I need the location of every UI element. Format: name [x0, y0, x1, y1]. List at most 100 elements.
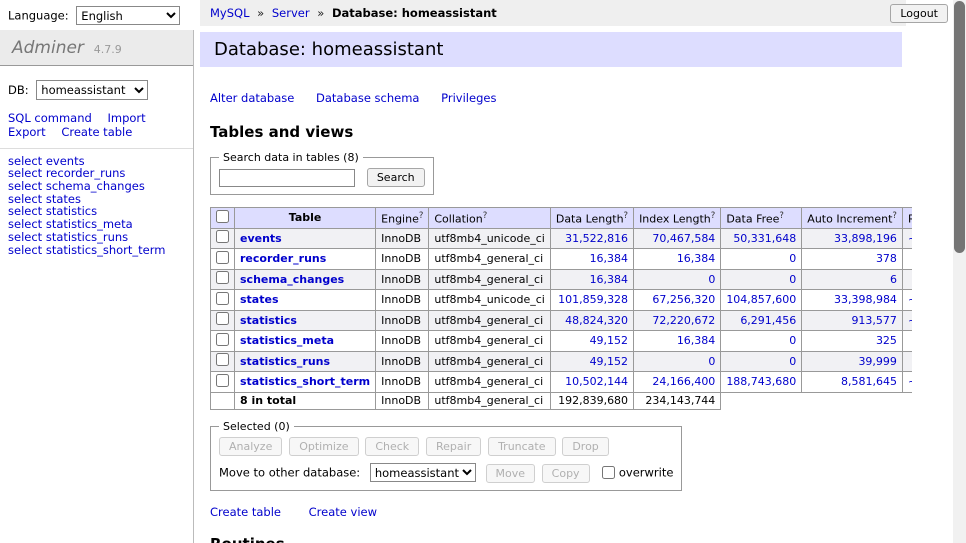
language-select[interactable]: English: [76, 6, 180, 25]
data-length-link[interactable]: 10,502,144: [550, 372, 633, 393]
row-select-cell: [211, 372, 235, 393]
data-free-link[interactable]: 188,743,680: [721, 372, 802, 393]
index-length-link[interactable]: 70,467,584: [634, 228, 721, 249]
move-database-select[interactable]: homeassistant: [370, 463, 476, 482]
rows-count-link[interactable]: ~ 569,159: [902, 310, 912, 331]
index-length-link[interactable]: 0: [634, 269, 721, 290]
logout-button[interactable]: Logout: [890, 4, 948, 23]
search-button[interactable]: Search: [367, 168, 425, 187]
select-all-checkbox[interactable]: [216, 210, 229, 223]
data-length-link[interactable]: 48,824,320: [550, 310, 633, 331]
sidebar-link-export[interactable]: Export: [8, 125, 46, 139]
row-select-checkbox[interactable]: [216, 292, 229, 305]
rows-count-link[interactable]: ~ 136,108: [902, 372, 912, 393]
sidebar-link-sql-command[interactable]: SQL command: [8, 111, 92, 125]
copy-button[interactable]: Copy: [542, 464, 590, 483]
row-select-checkbox[interactable]: [216, 353, 229, 366]
auto-increment-link[interactable]: 325: [802, 331, 903, 352]
breadcrumb-server-link[interactable]: Server: [272, 6, 310, 20]
data-length-link[interactable]: 49,152: [550, 331, 633, 352]
auto-increment-link[interactable]: 39,999: [802, 351, 903, 372]
db-select[interactable]: homeassistant: [36, 80, 148, 100]
col-auto-increment: Auto Increment?: [802, 208, 903, 229]
help-icon[interactable]: ?: [483, 211, 488, 221]
rows-count-link[interactable]: ~ 299,833: [902, 290, 912, 311]
help-icon[interactable]: ?: [624, 211, 629, 221]
sidebar-item-select-schema-changes[interactable]: select schema_changes: [8, 180, 185, 193]
row-select-checkbox[interactable]: [216, 251, 229, 264]
sidebar-item-select-statistics-short-term[interactable]: select statistics_short_term: [8, 244, 185, 257]
rows-count-link[interactable]: ~ 244: [902, 331, 912, 352]
table-name-link[interactable]: events: [240, 232, 282, 245]
auto-increment-link[interactable]: 378: [802, 249, 903, 270]
help-icon[interactable]: ?: [711, 211, 716, 221]
breadcrumb-mysql-link[interactable]: MySQL: [210, 6, 250, 20]
sidebar-item-select-statistics-runs[interactable]: select statistics_runs: [8, 231, 185, 244]
table-name-link[interactable]: recorder_runs: [240, 252, 326, 265]
tables-overview-table: Table Engine? Collation? Data Length? In…: [210, 207, 912, 410]
table-name-link[interactable]: statistics_short_term: [240, 375, 370, 388]
optimize-button[interactable]: Optimize: [289, 437, 358, 456]
index-length-link[interactable]: 16,384: [634, 331, 721, 352]
data-length-link[interactable]: 49,152: [550, 351, 633, 372]
data-free-link[interactable]: 0: [721, 269, 802, 290]
index-length-link[interactable]: 72,220,672: [634, 310, 721, 331]
data-free-link[interactable]: 104,857,600: [721, 290, 802, 311]
table-name-link[interactable]: statistics: [240, 314, 297, 327]
index-length-link[interactable]: 67,256,320: [634, 290, 721, 311]
database-schema-link[interactable]: Database schema: [316, 91, 419, 105]
table-name-link[interactable]: statistics_runs: [240, 355, 330, 368]
overwrite-checkbox[interactable]: [602, 466, 615, 479]
sidebar-link-import[interactable]: Import: [107, 111, 145, 125]
help-icon[interactable]: ?: [892, 211, 897, 221]
sidebar-link-create-table[interactable]: Create table: [61, 125, 132, 139]
vertical-scrollbar[interactable]: [953, 0, 966, 543]
move-button[interactable]: Move: [486, 464, 536, 483]
data-length-link[interactable]: 31,522,816: [550, 228, 633, 249]
help-icon[interactable]: ?: [779, 211, 784, 221]
privileges-link[interactable]: Privileges: [441, 91, 496, 105]
table-name-link[interactable]: schema_changes: [240, 273, 344, 286]
rows-count-link[interactable]: ~ 312,180: [902, 228, 912, 249]
create-table-link[interactable]: Create table: [210, 505, 281, 519]
auto-increment-link[interactable]: 913,577: [802, 310, 903, 331]
row-select-checkbox[interactable]: [216, 312, 229, 325]
row-select-checkbox[interactable]: [216, 230, 229, 243]
check-button[interactable]: Check: [365, 437, 419, 456]
row-select-checkbox[interactable]: [216, 374, 229, 387]
truncate-button[interactable]: Truncate: [488, 437, 555, 456]
auto-increment-link[interactable]: 33,898,196: [802, 228, 903, 249]
row-select-checkbox[interactable]: [216, 271, 229, 284]
rows-count-link[interactable]: ~ 628: [902, 351, 912, 372]
table-name-link[interactable]: states: [240, 293, 279, 306]
table-name-link[interactable]: statistics_meta: [240, 334, 334, 347]
index-length-link[interactable]: 24,166,400: [634, 372, 721, 393]
data-length-link[interactable]: 16,384: [550, 269, 633, 290]
row-select-checkbox[interactable]: [216, 333, 229, 346]
data-length-link[interactable]: 16,384: [550, 249, 633, 270]
create-view-link[interactable]: Create view: [309, 505, 377, 519]
rows-count-link[interactable]: ~ 3: [902, 269, 912, 290]
index-length-link[interactable]: 0: [634, 351, 721, 372]
help-icon[interactable]: ?: [419, 211, 424, 221]
auto-increment-link[interactable]: 8,581,645: [802, 372, 903, 393]
sidebar-item-select-statistics-meta[interactable]: select statistics_meta: [8, 218, 185, 231]
auto-increment-link[interactable]: 33,398,984: [802, 290, 903, 311]
drop-button[interactable]: Drop: [562, 437, 608, 456]
scrollbar-thumb[interactable]: [954, 1, 965, 253]
auto-increment-link[interactable]: 6: [802, 269, 903, 290]
table-name-cell: recorder_runs: [235, 249, 376, 270]
search-input[interactable]: [219, 169, 355, 187]
alter-database-link[interactable]: Alter database: [210, 91, 294, 105]
index-length-link[interactable]: 16,384: [634, 249, 721, 270]
data-free-link[interactable]: 0: [721, 331, 802, 352]
total-engine: InnoDB: [376, 392, 429, 410]
data-free-link[interactable]: 0: [721, 249, 802, 270]
data-free-link[interactable]: 0: [721, 351, 802, 372]
repair-button[interactable]: Repair: [426, 437, 481, 456]
rows-count-link[interactable]: ~ 5: [902, 249, 912, 270]
analyze-button[interactable]: Analyze: [219, 437, 282, 456]
data-free-link[interactable]: 6,291,456: [721, 310, 802, 331]
data-length-link[interactable]: 101,859,328: [550, 290, 633, 311]
data-free-link[interactable]: 50,331,648: [721, 228, 802, 249]
